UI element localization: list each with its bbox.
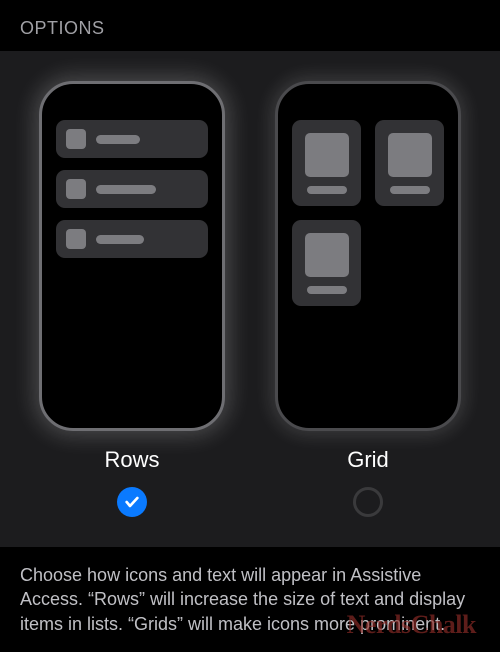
option-grid-label: Grid <box>347 447 389 473</box>
grid-icon-placeholder <box>305 233 349 277</box>
grid-item <box>375 120 444 206</box>
radio-rows-selected[interactable] <box>117 487 147 517</box>
option-rows-label: Rows <box>104 447 159 473</box>
checkmark-icon <box>124 494 140 510</box>
grid-icon-placeholder <box>388 133 432 177</box>
row-item <box>56 220 208 258</box>
option-grid[interactable]: Grid <box>268 81 468 517</box>
grid-item <box>292 220 361 306</box>
grid-icon-placeholder <box>305 133 349 177</box>
rows-preview-content <box>56 120 208 270</box>
row-icon-placeholder <box>66 129 86 149</box>
row-item <box>56 120 208 158</box>
grid-preview-phone <box>275 81 461 431</box>
footer-description: Choose how icons and text will appear in… <box>20 565 465 634</box>
grid-preview-content <box>292 120 444 306</box>
section-header: OPTIONS <box>0 0 500 51</box>
footer-description-container: Choose how icons and text will appear in… <box>0 547 500 652</box>
grid-label-placeholder <box>307 286 347 294</box>
row-label-placeholder <box>96 135 140 144</box>
rows-preview-phone <box>39 81 225 431</box>
grid-container <box>292 120 444 306</box>
grid-item <box>292 120 361 206</box>
options-panel: Rows <box>0 51 500 547</box>
row-item <box>56 170 208 208</box>
rows-preview-wrap <box>39 81 225 431</box>
grid-preview-wrap <box>275 81 461 431</box>
grid-label-placeholder <box>307 186 347 194</box>
option-rows[interactable]: Rows <box>32 81 232 517</box>
grid-label-placeholder <box>390 186 430 194</box>
row-icon-placeholder <box>66 179 86 199</box>
row-label-placeholder <box>96 185 156 194</box>
section-title: OPTIONS <box>20 18 105 38</box>
row-label-placeholder <box>96 235 144 244</box>
row-icon-placeholder <box>66 229 86 249</box>
radio-grid-unselected[interactable] <box>353 487 383 517</box>
